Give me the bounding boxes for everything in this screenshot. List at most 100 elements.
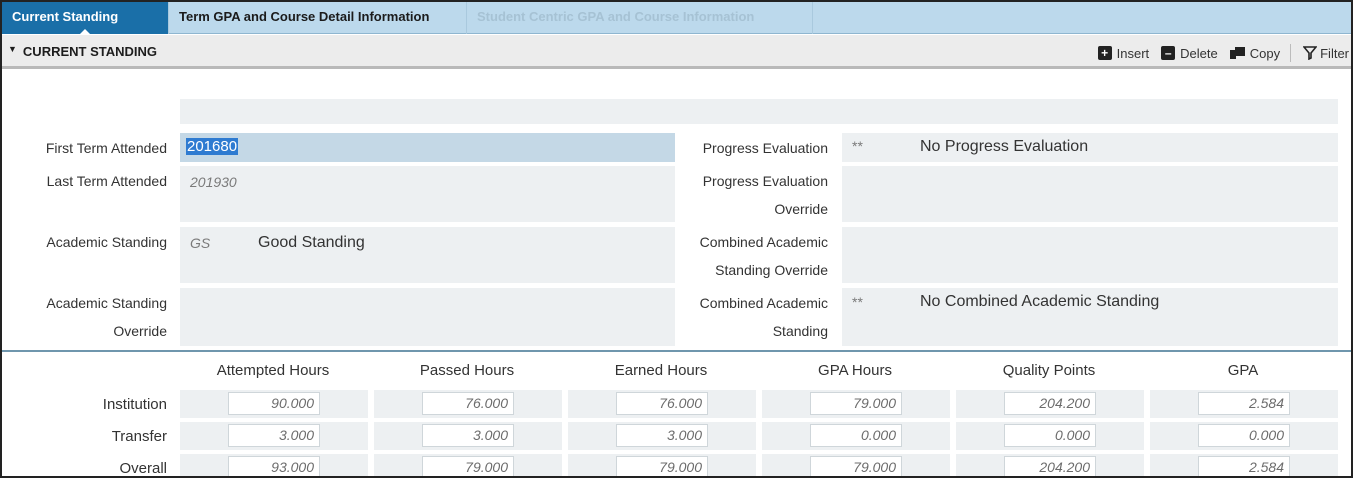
tab-student-centric-gpa: Student Centric GPA and Course Informati… <box>467 2 813 34</box>
row-label-institution: Institution <box>102 396 167 413</box>
first-term-value: 201680 <box>186 138 239 155</box>
attempted-hours-institution-field[interactable]: 90.000 <box>228 392 320 415</box>
minus-icon: – <box>1161 46 1176 60</box>
copy-label: Copy <box>1249 45 1281 61</box>
gpa-hours-overall-field[interactable]: 79.000 <box>810 456 902 476</box>
filter-icon <box>1303 46 1318 60</box>
earned-hours-institution-field[interactable]: 76.000 <box>616 392 708 415</box>
gpa-hours-transfer-field[interactable]: 0.000 <box>810 424 902 447</box>
insert-button[interactable]: + Insert <box>1097 43 1150 63</box>
gpa-hours-institution-field[interactable]: 79.000 <box>810 392 902 415</box>
gpa-overall-field[interactable]: 2.584 <box>1198 456 1290 476</box>
column-header-passed-hours: Passed Hours <box>419 362 515 379</box>
tab-bar: Current Standing Term GPA and Course Det… <box>2 2 1351 35</box>
hours-cell: 79.000 <box>762 454 950 476</box>
progress-evaluation-override-label-2: Override <box>774 201 828 217</box>
hours-cell: 3.000 <box>180 422 368 450</box>
combined-standing-override-label-2: Standing Override <box>715 262 828 278</box>
attempted-hours-overall-field[interactable]: 93.000 <box>228 456 320 476</box>
academic-standing-override-field[interactable] <box>180 288 675 346</box>
hours-cell: 79.000 <box>374 454 562 476</box>
tab-current-standing[interactable]: Current Standing <box>2 2 169 35</box>
section-toolbar: + Insert – Delete Copy Filter <box>1086 43 1349 63</box>
row-label-overall: Overall <box>119 460 167 477</box>
last-term-field[interactable]: 201930 <box>180 166 675 222</box>
plus-icon: + <box>1097 46 1112 60</box>
blank-field-row <box>180 99 1338 124</box>
section-title[interactable]: ▼ CURRENT STANDING <box>8 44 157 59</box>
hours-cell: 0.000 <box>762 422 950 450</box>
hours-cell: 93.000 <box>180 454 368 476</box>
column-header-gpa-hours: GPA Hours <box>818 362 892 379</box>
hours-cell: 0.000 <box>1150 422 1338 450</box>
hours-cell: 90.000 <box>180 390 368 418</box>
passed-hours-institution-field[interactable]: 76.000 <box>422 392 514 415</box>
combined-standing-field[interactable]: ** No Combined Academic Standing <box>842 288 1338 346</box>
hours-cell: 204.200 <box>956 454 1144 476</box>
filter-label: Filter <box>1320 45 1349 61</box>
quality-points-transfer-field[interactable]: 0.000 <box>1004 424 1096 447</box>
tab-term-gpa-course-detail[interactable]: Term GPA and Course Detail Information <box>169 2 467 34</box>
progress-evaluation-label: Progress Evaluation <box>702 140 828 156</box>
combined-standing-code: ** <box>852 294 863 310</box>
hours-cell: 2.584 <box>1150 390 1338 418</box>
academic-standing-desc: Good Standing <box>258 234 365 251</box>
insert-label: Insert <box>1116 45 1150 61</box>
quality-points-institution-field[interactable]: 204.200 <box>1004 392 1096 415</box>
hours-cell: 76.000 <box>568 390 756 418</box>
passed-hours-overall-field[interactable]: 79.000 <box>422 456 514 476</box>
quality-points-overall-field[interactable]: 204.200 <box>1004 456 1096 476</box>
hours-cell: 2.584 <box>1150 454 1338 476</box>
hours-cell: 0.000 <box>956 422 1144 450</box>
gpa-transfer-field[interactable]: 0.000 <box>1198 424 1290 447</box>
last-term-label: Last Term Attended <box>46 173 167 189</box>
combined-standing-desc: No Combined Academic Standing <box>920 293 1160 310</box>
hours-cell: 3.000 <box>568 422 756 450</box>
tab-label: Student Centric GPA and Course Informati… <box>477 9 755 24</box>
delete-button[interactable]: – Delete <box>1161 43 1218 63</box>
section-divider <box>2 350 1351 352</box>
academic-standing-override-label-1: Academic Standing <box>46 295 167 311</box>
progress-evaluation-override-field[interactable] <box>842 166 1338 222</box>
gpa-institution-field[interactable]: 2.584 <box>1198 392 1290 415</box>
row-label-transfer: Transfer <box>111 428 167 445</box>
combined-standing-override-field[interactable] <box>842 227 1338 283</box>
progress-evaluation-code: ** <box>852 138 863 154</box>
academic-standing-label: Academic Standing <box>46 234 167 250</box>
academic-standing-field[interactable]: GS Good Standing <box>180 227 675 283</box>
tab-label: Current Standing <box>12 9 119 24</box>
copy-icon <box>1229 47 1245 59</box>
combined-standing-label-2: Standing <box>772 323 828 339</box>
column-header-earned-hours: Earned Hours <box>614 362 708 379</box>
earned-hours-transfer-field[interactable]: 3.000 <box>616 424 708 447</box>
last-term-value: 201930 <box>190 174 237 190</box>
column-header-quality-points: Quality Points <box>1002 362 1096 379</box>
academic-standing-code: GS <box>190 235 211 251</box>
first-term-field[interactable]: 201680 <box>180 133 675 162</box>
progress-evaluation-field[interactable]: ** No Progress Evaluation <box>842 133 1338 162</box>
academic-standing-override-label-2: Override <box>113 323 167 339</box>
first-term-label: First Term Attended <box>45 140 167 156</box>
attempted-hours-transfer-field[interactable]: 3.000 <box>228 424 320 447</box>
progress-evaluation-desc: No Progress Evaluation <box>920 138 1089 155</box>
hours-cell: 204.200 <box>956 390 1144 418</box>
passed-hours-transfer-field[interactable]: 3.000 <box>422 424 514 447</box>
hours-cell: 79.000 <box>762 390 950 418</box>
progress-evaluation-override-label-1: Progress Evaluation <box>702 173 828 189</box>
section-title-text: CURRENT STANDING <box>22 44 158 59</box>
hours-cell: 76.000 <box>374 390 562 418</box>
delete-label: Delete <box>1180 45 1218 61</box>
tab-label: Term GPA and Course Detail Information <box>179 9 430 24</box>
combined-standing-label-1: Combined Academic <box>699 295 828 311</box>
earned-hours-overall-field[interactable]: 79.000 <box>616 456 708 476</box>
combined-standing-override-label-1: Combined Academic <box>699 234 828 250</box>
column-header-attempted-hours: Attempted Hours <box>216 362 330 379</box>
hours-cell: 79.000 <box>568 454 756 476</box>
filter-button[interactable]: Filter <box>1303 43 1349 63</box>
collapse-arrow-icon[interactable]: ▼ <box>8 44 17 54</box>
toolbar-divider <box>1290 44 1292 62</box>
section-header: ▼ CURRENT STANDING + Insert – Delete Copy <box>2 35 1351 69</box>
copy-button[interactable]: Copy <box>1229 43 1281 63</box>
column-header-gpa: GPA <box>1227 362 1259 379</box>
hours-cell: 3.000 <box>374 422 562 450</box>
